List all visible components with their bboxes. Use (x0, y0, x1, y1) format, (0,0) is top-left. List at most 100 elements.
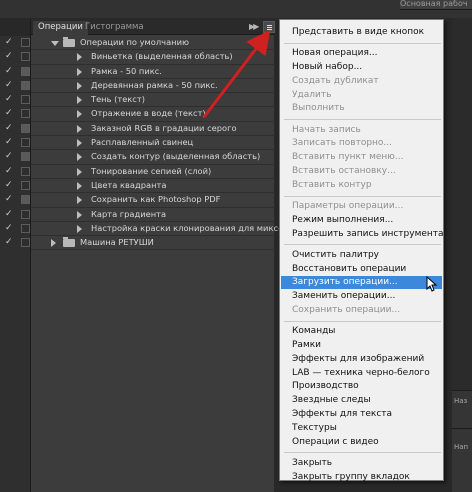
right-panel-strip: Наз Нап (452, 18, 472, 492)
checkmark-icon[interactable]: ✓ (5, 238, 14, 247)
folder-icon (63, 237, 75, 248)
menu-item: Записать повторно... (292, 138, 393, 149)
disclosure-closed-icon[interactable] (77, 196, 82, 205)
checkmark-icon[interactable]: ✓ (5, 152, 14, 161)
dialog-toggle-box[interactable] (21, 223, 30, 233)
menu-separator (284, 195, 441, 197)
checkmark-icon[interactable]: ✓ (5, 180, 14, 190)
menu-item[interactable]: Восстановить операции (281, 263, 442, 276)
disclosure-closed-icon[interactable] (77, 139, 82, 148)
menu-item[interactable]: LAB — техника черно-белого (281, 367, 442, 380)
action-row[interactable]: ✓ Расплавленный свинец (5, 136, 275, 151)
disclosure-closed-icon[interactable] (77, 224, 82, 233)
menu-item[interactable]: Представить в виде кнопок (281, 26, 442, 39)
checkmark-icon[interactable]: ✓ (5, 52, 14, 61)
menu-item[interactable]: Эффекты для изображений (281, 353, 442, 366)
checkmark-icon[interactable]: ✓ (5, 123, 14, 133)
action-row[interactable]: ✓ Сохранить как Photoshop PDF (5, 193, 275, 208)
action-row[interactable]: ✓ Настройка краски клонирования для микс-… (5, 222, 306, 237)
disclosure-closed-icon[interactable] (77, 153, 82, 162)
action-label: Отражение в воде (текст) (91, 108, 206, 119)
disclosure-closed-icon[interactable] (51, 239, 56, 248)
menu-item[interactable]: Закрыть (281, 457, 442, 470)
action-label: Машина РЕТУШИ (80, 237, 154, 248)
checkmark-icon[interactable]: ✓ (5, 66, 14, 76)
menu-item[interactable]: Текстуры (281, 422, 442, 435)
dialog-toggle-box[interactable] (21, 152, 30, 162)
checkmark-icon[interactable]: ✓ (5, 223, 14, 233)
dialog-toggle-box[interactable] (21, 66, 30, 76)
action-row[interactable]: ✓ Виньетка (выделенная область) (5, 50, 275, 65)
checkmark-icon[interactable]: ✓ (5, 166, 14, 176)
dialog-toggle-box[interactable] (21, 209, 30, 219)
dialog-toggle-box[interactable] (21, 195, 30, 205)
tab-histogram[interactable]: Гистограмма (80, 21, 149, 35)
right-strip-block-1: Наз (452, 390, 472, 428)
action-label: Настройка краски клонирования для микс-к… (91, 222, 307, 233)
menu-item[interactable]: Операции с видео (281, 436, 442, 449)
menu-item[interactable]: Загрузить операции... (281, 276, 442, 290)
disclosure-closed-icon[interactable] (77, 81, 82, 90)
right-strip-label-2: Нап (454, 443, 469, 451)
action-row[interactable]: ✓ Тень (текст) (5, 93, 275, 108)
checkmark-icon[interactable]: ✓ (5, 138, 14, 147)
disclosure-closed-icon[interactable] (77, 110, 82, 119)
checkmark-icon[interactable]: ✓ (5, 38, 14, 47)
dialog-toggle-box[interactable] (21, 166, 30, 176)
disclosure-closed-icon[interactable] (77, 67, 82, 76)
menu-item[interactable]: Звездные следы (281, 394, 442, 407)
action-row[interactable]: ✓ Тонирование сепией (слой) (5, 165, 275, 179)
disclosure-closed-icon[interactable] (77, 96, 82, 105)
panel-menu-icon[interactable] (263, 21, 275, 33)
action-label: Карта градиента (91, 208, 167, 219)
menu-item[interactable]: Новая операция... (281, 47, 442, 60)
checkmark-icon[interactable]: ✓ (5, 209, 14, 219)
menu-item[interactable]: Очистить палитру (281, 249, 442, 262)
action-row[interactable]: ✓ Заказной RGB в градации серого (5, 122, 275, 137)
actions-panel: Операции Гистограмма ▶▶ ✓ Операции по умо… (5, 19, 306, 492)
menu-item[interactable]: Заменить операции... (281, 290, 442, 303)
action-label: Деревянная рамка - 50 пикс. (91, 79, 218, 90)
checkmark-icon[interactable]: ✓ (5, 195, 14, 204)
checkmark-icon[interactable]: ✓ (5, 95, 14, 104)
menu-item[interactable]: Эффекты для текста (281, 408, 442, 421)
dialog-toggle-box[interactable] (21, 80, 30, 90)
dialog-toggle-box[interactable] (21, 109, 30, 119)
disclosure-closed-icon[interactable] (77, 210, 82, 219)
menu-item[interactable]: Рамки (281, 339, 442, 352)
menu-item: Удалить (292, 89, 332, 100)
action-set-row[interactable]: ✓ Операции по умолчанию (5, 36, 275, 51)
disclosure-closed-icon[interactable] (77, 167, 82, 176)
menu-item[interactable]: Режим выполнения... (281, 214, 442, 227)
dialog-toggle-box[interactable] (21, 123, 30, 133)
dialog-toggle-box[interactable] (21, 52, 30, 62)
disclosure-open-icon[interactable] (51, 41, 59, 46)
checkmark-icon[interactable]: ✓ (5, 109, 14, 118)
dialog-toggle-box[interactable] (21, 238, 30, 248)
double-chevron-right-icon[interactable]: ▶▶ (249, 22, 259, 31)
mouse-cursor-icon (426, 276, 438, 292)
action-row[interactable]: ✓ Карта градиента (5, 208, 275, 222)
dialog-toggle-box[interactable] (21, 180, 30, 190)
action-set-row[interactable]: ✓ Машина РЕТУШИ (5, 236, 275, 251)
action-row[interactable]: ✓ Рамка - 50 пикс. (5, 65, 275, 79)
action-label: Рамка - 50 пикс. (91, 65, 162, 76)
action-row[interactable]: ✓ Цвета квадранта (5, 179, 275, 194)
checkmark-icon[interactable]: ✓ (5, 80, 14, 90)
menu-item[interactable]: Производство (281, 380, 442, 393)
action-row[interactable]: ✓ Деревянная рамка - 50 пикс. (5, 79, 275, 94)
workspace-switcher[interactable]: Основная рабоч (400, 0, 472, 10)
disclosure-closed-icon[interactable] (77, 53, 82, 62)
action-row[interactable]: ✓ Отражение в воде (текст) (5, 107, 275, 122)
dialog-toggle-box[interactable] (21, 95, 30, 105)
dialog-toggle-box[interactable] (21, 38, 30, 47)
action-row[interactable]: ✓ Создать контур (выделенная область) (5, 150, 275, 165)
menu-item[interactable]: Закрыть группу вкладок (281, 471, 442, 484)
menu-item[interactable]: Разрешить запись инструмента (281, 228, 444, 241)
disclosure-closed-icon[interactable] (77, 181, 82, 190)
disclosure-closed-icon[interactable] (77, 124, 82, 133)
menu-item[interactable]: Команды (281, 325, 442, 338)
workspace-label: Основная рабоч (400, 0, 468, 8)
dialog-toggle-box[interactable] (21, 138, 30, 148)
menu-item[interactable]: Новый набор... (281, 61, 442, 74)
